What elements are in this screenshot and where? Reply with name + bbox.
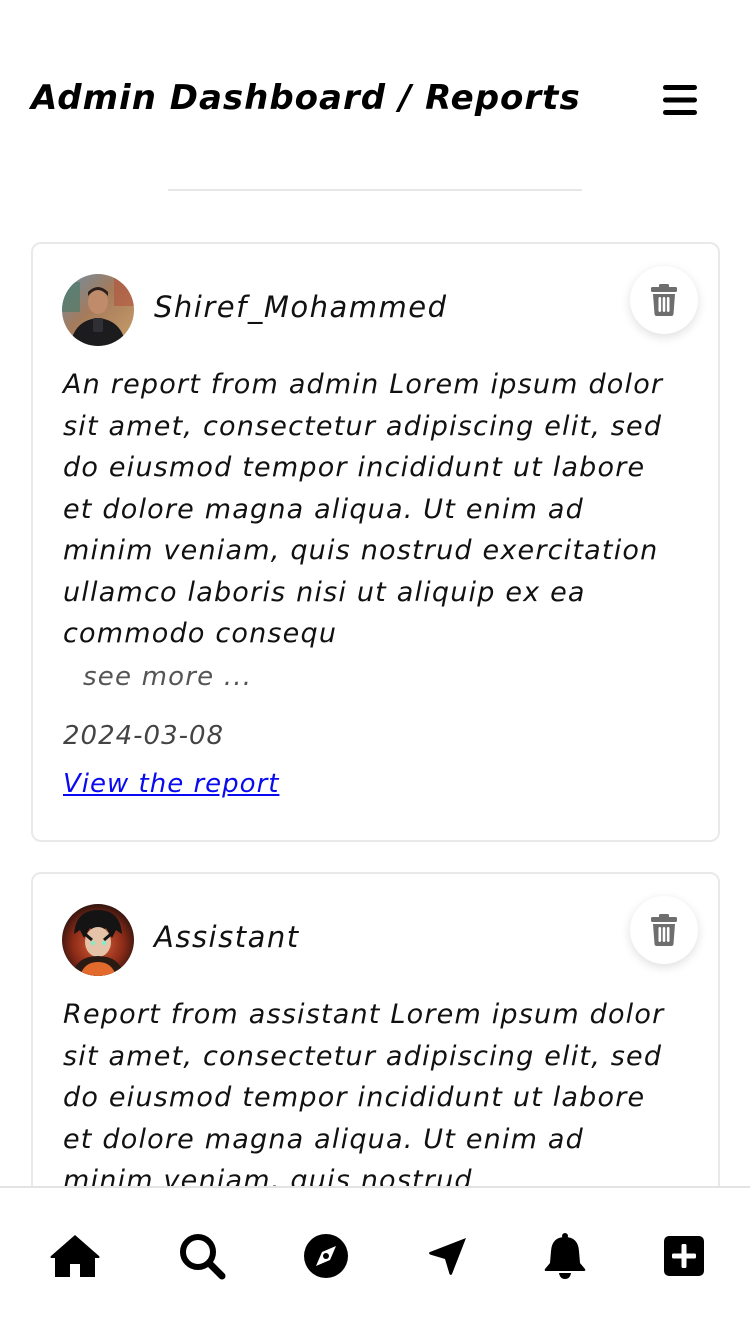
report-body: An report from admin Lorem ipsum dolor s… [63,369,664,649]
bell-icon [544,1233,586,1279]
menu-button[interactable] [652,76,708,124]
nav-search[interactable] [172,1228,232,1284]
report-card: Shiref_Mohammed An report from admin Lor… [31,242,720,842]
nav-home[interactable] [45,1228,105,1284]
avatar[interactable] [62,274,134,346]
location-arrow-icon [429,1238,466,1275]
delete-report-button[interactable] [630,896,698,964]
search-icon [180,1234,226,1280]
nav-create[interactable] [654,1228,714,1284]
header-divider [168,189,582,191]
nav-explore[interactable] [296,1228,356,1284]
trash-icon [651,914,677,946]
home-icon [50,1235,100,1277]
report-author-name[interactable]: Assistant [154,920,300,954]
see-more-link[interactable]: see more ... [83,662,252,692]
bottom-navigation [0,1186,750,1334]
avatar[interactable] [62,904,134,976]
report-body: Report from assistant Lorem ipsum dolor … [63,999,665,1196]
nav-notifications[interactable] [535,1228,595,1284]
report-author-name[interactable]: Shiref_Mohammed [154,290,447,324]
app-header: Admin Dashboard / Reports [0,0,750,200]
hamburger-menu-icon [663,85,697,115]
nav-nearby[interactable] [418,1228,478,1284]
compass-icon [304,1234,348,1278]
trash-icon [651,284,677,316]
delete-report-button[interactable] [630,266,698,334]
plus-square-icon [664,1236,704,1276]
report-date: 2024-03-08 [63,721,225,751]
view-report-link[interactable]: View the report [63,769,279,799]
page-title: Admin Dashboard / Reports [31,78,581,118]
reports-page: Admin Dashboard / Reports Shiref_Mohamme… [0,0,750,1334]
